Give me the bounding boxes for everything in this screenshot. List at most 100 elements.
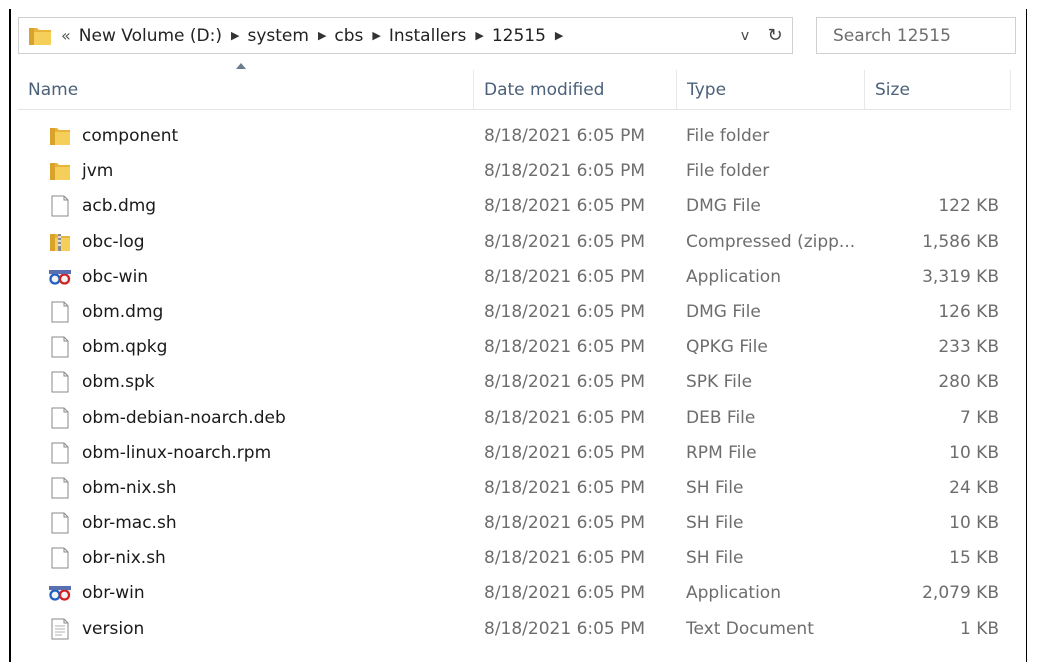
folder-icon <box>49 160 71 182</box>
file-name: component <box>82 126 179 146</box>
file-type: SPK File <box>686 372 753 393</box>
file-row[interactable]: obm.qpkg 8/18/2021 6:05 PM QPKG File 233 KB <box>18 330 1011 365</box>
breadcrumb-item[interactable]: New Volume (D:) ▶ <box>79 26 240 46</box>
file-row[interactable]: version 8/18/2021 6:05 PM Text Document 1 K… <box>18 612 1011 647</box>
zip-folder-icon <box>49 231 71 253</box>
breadcrumb-item[interactable]: Installers ▶ <box>389 26 484 46</box>
file-date-modified: 8/18/2021 6:05 PM <box>484 301 646 322</box>
explorer-window: « New Volume (D:) ▶ system ▶ cbs ▶ Installers ▶… <box>0 0 1037 662</box>
breadcrumb-separator-icon[interactable]: ▶ <box>372 29 380 42</box>
file-name: obc-win <box>82 266 149 287</box>
breadcrumb-item[interactable]: system ▶ <box>247 26 326 46</box>
column-header-date[interactable]: Date modified <box>484 70 684 110</box>
file-date-modified: 8/18/2021 6:05 PM <box>484 196 646 217</box>
file-name: obm.dmg <box>82 301 164 322</box>
file-icon <box>49 547 71 569</box>
file-name: obm-debian-noarch.deb <box>82 407 286 428</box>
column-divider[interactable] <box>676 70 677 110</box>
app-icon <box>49 266 71 288</box>
file-size: 280 KB <box>938 372 999 393</box>
file-row[interactable]: obc-log 8/18/2021 6:05 PM Compressed (zipp… <box>18 225 1011 260</box>
file-name: obm.qpkg <box>82 337 168 358</box>
file-name: obm.spk <box>82 372 155 393</box>
folder-icon <box>29 27 51 45</box>
address-dropdown-button[interactable]: v <box>732 28 758 44</box>
breadcrumb-separator-icon[interactable]: ▶ <box>231 29 239 42</box>
file-row[interactable]: obm.dmg 8/18/2021 6:05 PM DMG File 126 KB <box>18 295 1011 330</box>
file-icon <box>49 371 71 393</box>
sort-ascending-icon <box>236 63 246 69</box>
column-header-size[interactable]: Size <box>875 70 1011 110</box>
breadcrumb-separator-icon[interactable]: ▶ <box>555 29 563 42</box>
column-divider[interactable] <box>473 70 474 110</box>
breadcrumb-label[interactable]: system <box>247 26 308 46</box>
file-name: obm-linux-noarch.rpm <box>82 442 272 463</box>
file-name: obr-win <box>82 583 145 604</box>
file-name: version <box>82 618 145 639</box>
search-input[interactable] <box>817 18 1015 53</box>
breadcrumb-item[interactable]: 12515 ▶ <box>492 26 564 46</box>
window-border-left <box>9 9 11 662</box>
search-box[interactable] <box>816 17 1016 54</box>
address-bar[interactable]: « New Volume (D:) ▶ system ▶ cbs ▶ Installers ▶… <box>18 17 793 54</box>
file-date-modified: 8/18/2021 6:05 PM <box>484 372 646 393</box>
breadcrumb-label[interactable]: Installers <box>389 26 466 46</box>
file-type: Application <box>686 583 781 604</box>
file-size: 233 KB <box>938 337 999 358</box>
file-row[interactable]: acb.dmg 8/18/2021 6:05 PM DMG File 122 KB <box>18 189 1011 224</box>
file-row[interactable]: obc-win 8/18/2021 6:05 PM Application 3,319… <box>18 260 1011 295</box>
file-type: RPM File <box>686 442 757 463</box>
column-divider[interactable] <box>864 70 865 110</box>
file-size: 1,586 KB <box>922 231 999 252</box>
file-type: DEB File <box>686 407 756 428</box>
text-file-icon <box>49 618 71 640</box>
file-row[interactable]: obr-mac.sh 8/18/2021 6:05 PM SH File 10 KB <box>18 506 1011 541</box>
file-row[interactable]: jvm 8/18/2021 6:05 PM File folder <box>18 154 1011 189</box>
file-type: DMG File <box>686 196 761 217</box>
file-name: obm-nix.sh <box>82 477 177 498</box>
file-date-modified: 8/18/2021 6:05 PM <box>484 266 646 287</box>
column-header-type[interactable]: Type <box>687 70 877 110</box>
breadcrumb-item[interactable]: cbs ▶ <box>334 26 380 46</box>
file-size: 7 KB <box>959 407 999 428</box>
file-type: Compressed (zipp... <box>686 231 856 252</box>
file-list: component 8/18/2021 6:05 PM File folder jvm… <box>18 119 1011 647</box>
breadcrumb-separator-icon[interactable]: ▶ <box>318 29 326 42</box>
file-row[interactable]: obm-debian-noarch.deb 8/18/2021 6:05 PM DE… <box>18 401 1011 436</box>
file-row[interactable]: obr-win 8/18/2021 6:05 PM Application 2,079… <box>18 576 1011 611</box>
file-icon <box>49 442 71 464</box>
file-row[interactable]: obm.spk 8/18/2021 6:05 PM SPK File 280 KB <box>18 365 1011 400</box>
breadcrumb-separator-icon[interactable]: ▶ <box>475 29 483 42</box>
breadcrumb-label[interactable]: 12515 <box>492 26 546 46</box>
breadcrumb-label[interactable]: cbs <box>334 26 363 46</box>
file-row[interactable]: component 8/18/2021 6:05 PM File folder <box>18 119 1011 154</box>
breadcrumb-label[interactable]: New Volume (D:) <box>79 26 222 46</box>
file-type: QPKG File <box>686 337 768 358</box>
file-row[interactable]: obm-nix.sh 8/18/2021 6:05 PM SH File 24 KB <box>18 471 1011 506</box>
file-row[interactable]: obm-linux-noarch.rpm 8/18/2021 6:05 PM RPM… <box>18 436 1011 471</box>
file-name: obr-nix.sh <box>82 548 166 569</box>
column-divider[interactable] <box>1010 70 1011 110</box>
folder-icon <box>49 125 71 147</box>
window-border-right <box>1026 9 1027 662</box>
column-header-name[interactable]: Name <box>28 70 478 110</box>
file-date-modified: 8/18/2021 6:05 PM <box>484 548 646 569</box>
file-type: DMG File <box>686 301 761 322</box>
file-date-modified: 8/18/2021 6:05 PM <box>484 513 646 534</box>
file-type: File folder <box>686 161 770 182</box>
file-date-modified: 8/18/2021 6:05 PM <box>484 337 646 358</box>
file-type: SH File <box>686 513 744 534</box>
refresh-button[interactable]: ↻ <box>758 25 792 46</box>
file-icon <box>49 512 71 534</box>
overflow-chevron[interactable]: « <box>61 26 71 45</box>
file-size: 15 KB <box>949 548 999 569</box>
file-icon <box>49 336 71 358</box>
app-icon <box>49 582 71 604</box>
file-type: Text Document <box>686 618 814 639</box>
file-row[interactable]: obr-nix.sh 8/18/2021 6:05 PM SH File 15 KB <box>18 541 1011 576</box>
file-type: SH File <box>686 548 744 569</box>
file-type: SH File <box>686 477 744 498</box>
file-date-modified: 8/18/2021 6:05 PM <box>484 583 646 604</box>
file-size: 122 KB <box>938 196 999 217</box>
column-header: Name Date modified Type Size <box>18 70 1011 110</box>
